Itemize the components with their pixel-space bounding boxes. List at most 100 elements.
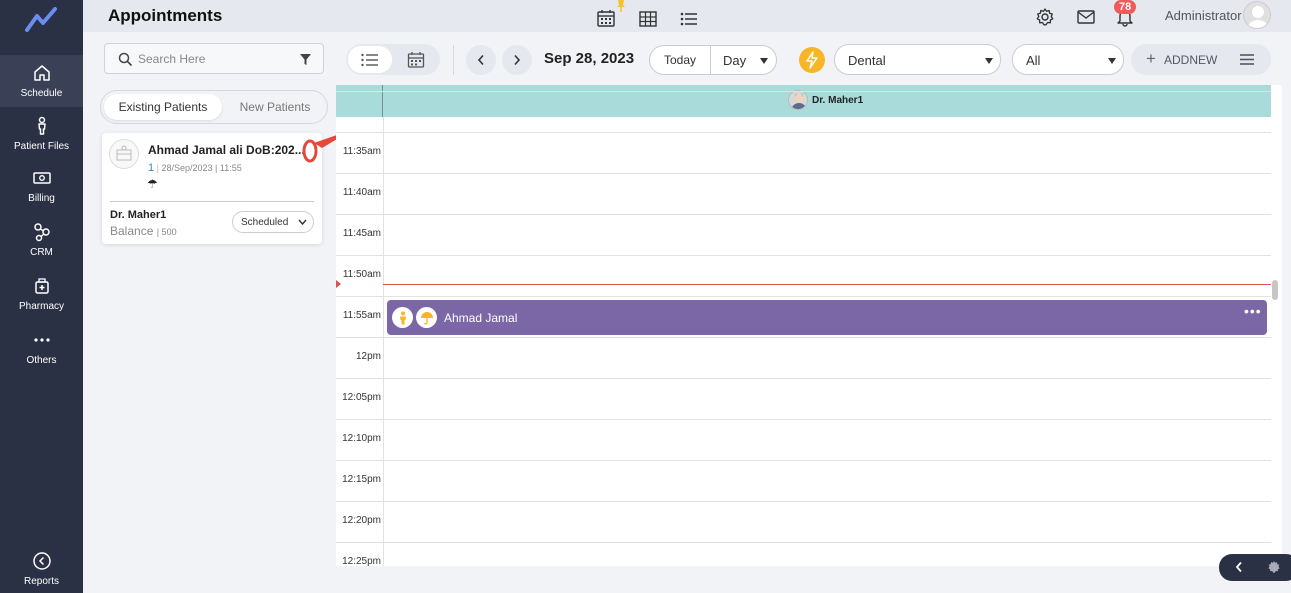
current-time-line [383, 284, 1271, 285]
gear-icon[interactable] [1035, 7, 1055, 27]
current-date: Sep 28, 2023 [544, 50, 635, 67]
nav-billing[interactable]: Billing [0, 160, 83, 212]
time-slot-label: 11:45am [342, 228, 381, 239]
user-name[interactable]: Administrator [1165, 8, 1242, 23]
tab-existing-patients[interactable]: Existing Patients [104, 94, 222, 120]
appointment-event[interactable]: Ahmad Jamal ••• [387, 300, 1267, 335]
money-icon [32, 172, 51, 184]
status-select[interactable]: Scheduled [232, 211, 314, 233]
nav-patient-files-label: Patient Files [13, 141, 70, 152]
nav-patient-files[interactable]: Patient Files [0, 108, 83, 160]
toolbar-divider [453, 45, 454, 75]
appt-umbrella-icon [416, 307, 437, 328]
search-input[interactable] [138, 50, 288, 68]
time-slot-label: 12:25pm [342, 556, 381, 566]
sidebar: Schedule Patient Files Billing CRM Pharm… [0, 0, 83, 593]
umbrella-icon: ☂ [147, 177, 158, 191]
plus-icon: + [1146, 49, 1156, 68]
time-gutter-header [336, 85, 383, 117]
grid-line [336, 419, 1271, 420]
time-slot-label: 11:50am [342, 269, 381, 280]
addnew-label: ADDNEW [1164, 53, 1218, 67]
page-title: Appointments [108, 6, 223, 25]
patient-type-tabs: Existing Patients New Patients [100, 90, 328, 124]
grid-line [336, 542, 1271, 543]
nav-crm[interactable]: CRM [0, 214, 83, 266]
grid-line [336, 378, 1271, 379]
calendar-scrollbar[interactable] [1272, 280, 1278, 300]
patient-search-box [104, 43, 324, 74]
app-logo-icon[interactable] [24, 6, 58, 34]
chevron-left-icon[interactable] [1235, 561, 1243, 573]
time-slot-label: 12:15pm [342, 474, 381, 485]
notification-badge[interactable]: 78 [1114, 0, 1137, 14]
pin-icon [617, 0, 625, 12]
department-select[interactable]: Dental [834, 44, 1001, 75]
time-slot-label: 11:35am [342, 146, 381, 157]
filter-caret-icon [1108, 58, 1116, 64]
appointment-more-button[interactable]: ••• [1244, 303, 1262, 319]
nav-others[interactable]: Others [0, 322, 83, 374]
hamburger-menu-icon[interactable] [1239, 53, 1255, 66]
lightning-icon [806, 51, 818, 69]
view-toggle [346, 44, 440, 75]
grid-line [336, 255, 1271, 256]
time-slot-label: 12:20pm [342, 515, 381, 526]
resource-doctor-name: Dr. Maher1 [812, 95, 864, 106]
quick-action-button[interactable] [799, 47, 825, 73]
grid-line [336, 460, 1271, 461]
status-value: Scheduled [241, 216, 289, 228]
chevron-left-icon [477, 54, 484, 66]
next-date-button[interactable] [502, 45, 532, 75]
calendar-icon [407, 51, 425, 68]
view-select-caret-icon[interactable] [760, 58, 768, 64]
tab-new-patients[interactable]: New Patients [225, 94, 325, 120]
view-select-value[interactable]: Day [723, 53, 746, 68]
today-button[interactable]: Today [650, 46, 711, 74]
nav-pharmacy[interactable]: Pharmacy [0, 268, 83, 320]
card-divider [110, 201, 314, 202]
nav-pharmacy-label: Pharmacy [18, 301, 64, 312]
pharmacy-icon [34, 278, 49, 294]
nav-crm-label: CRM [30, 247, 53, 258]
day-calendar: Dr. Maher1 11:35am 11:40am 11:45am 11:50am 1… [336, 85, 1282, 566]
nav-others-label: Others [26, 355, 57, 366]
patient-name: Ahmad Jamal ali DoB:202... [148, 143, 305, 157]
appointment-meta: 1 | 28/Sep/2023 | 11:55 [148, 162, 242, 174]
doctor-name: Dr. Maher1 [110, 209, 167, 221]
list-mode-button[interactable] [348, 46, 392, 73]
appointment-number: 1 [148, 162, 155, 174]
appointment-patient-name: Ahmad Jamal [444, 311, 518, 325]
doctor-avatar [788, 90, 808, 110]
time-slot-label: 12pm [355, 351, 381, 362]
grid-line [336, 173, 1271, 174]
department-value: Dental [848, 53, 886, 68]
filter-icon[interactable] [299, 53, 312, 66]
prev-date-button[interactable] [466, 45, 496, 75]
grid-view-icon[interactable] [638, 9, 658, 29]
time-slot-label: 11:55am [342, 310, 381, 321]
gear-icon[interactable] [1267, 560, 1281, 574]
user-avatar[interactable] [1243, 1, 1271, 29]
nav-reports-label: Reports [23, 576, 59, 587]
calendar-view-icon[interactable] [596, 8, 616, 28]
appointment-card[interactable]: Ahmad Jamal ali DoB:202... 1 | 28/Sep/20… [102, 133, 322, 244]
grid-line [336, 296, 1271, 297]
floating-controls [1219, 554, 1291, 581]
nav-reports[interactable]: Reports [0, 545, 83, 593]
grid-line [336, 337, 1271, 338]
list-view-icon[interactable] [679, 9, 699, 29]
calendar-mode-button[interactable] [394, 46, 438, 73]
time-slot-label: 12:10pm [342, 433, 381, 444]
mail-icon[interactable] [1076, 7, 1096, 27]
filter-select[interactable]: All [1012, 44, 1124, 75]
nav-schedule[interactable]: Schedule [0, 55, 83, 107]
current-time-marker [336, 280, 341, 288]
addnew-button[interactable]: + ADDNEW [1131, 44, 1271, 75]
chevron-right-icon [514, 54, 521, 66]
person-icon [37, 116, 46, 135]
more-icon [33, 338, 50, 342]
today-day-control: Today Day [649, 45, 777, 75]
department-caret-icon [985, 58, 993, 64]
chevron-left-circle-icon [32, 552, 51, 570]
